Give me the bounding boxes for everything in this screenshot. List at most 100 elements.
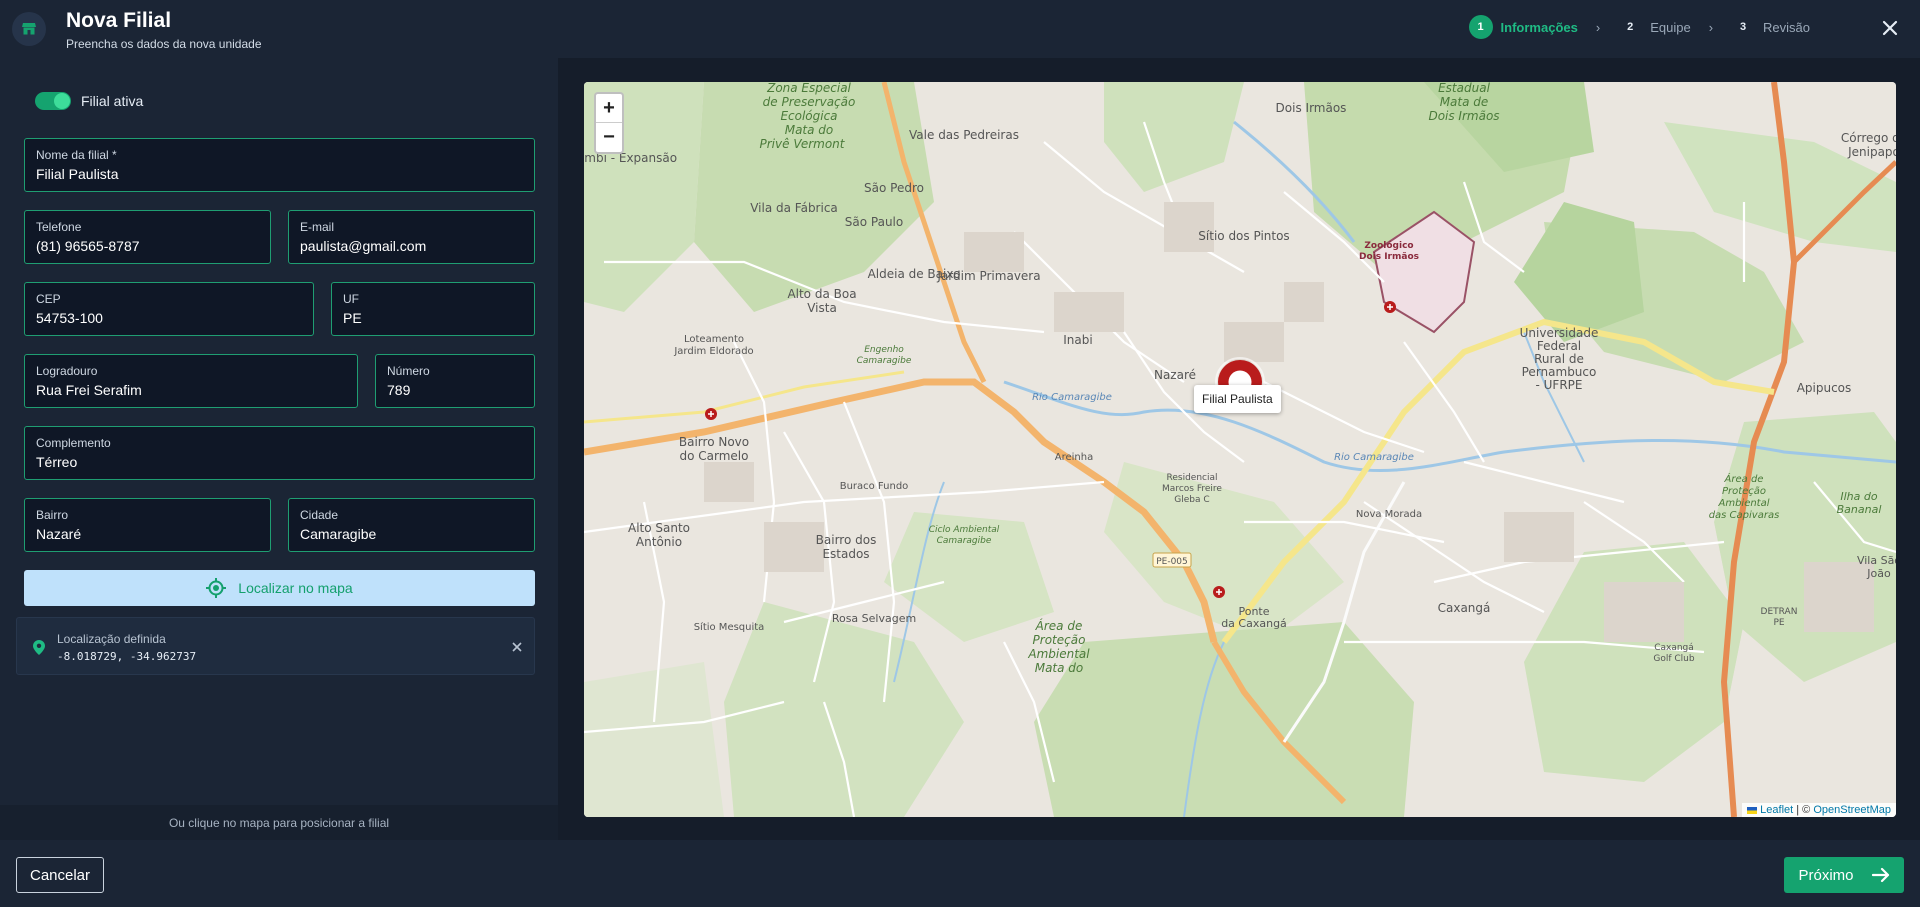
telefone-field[interactable]: Telefone (81) 96565-8787: [24, 210, 271, 264]
svg-text:de Preservação: de Preservação: [763, 95, 856, 109]
numero-field[interactable]: Número 789: [375, 354, 535, 408]
marker-popup: Filial Paulista: [1194, 385, 1281, 413]
svg-text:Área de: Área de: [1035, 618, 1083, 633]
email-field[interactable]: E-mail paulista@gmail.com: [288, 210, 535, 264]
next-button-label: Próximo: [1798, 866, 1854, 884]
step-number: 1: [1468, 15, 1493, 39]
map-attribution: Leaflet | © OpenStreetMap: [1742, 803, 1896, 817]
svg-text:Loteamento: Loteamento: [684, 334, 744, 345]
close-button[interactable]: [1878, 16, 1902, 40]
uf-field[interactable]: UF PE: [331, 282, 535, 336]
field-value: Nazaré: [36, 526, 82, 542]
svg-text:Privê Vermont: Privê Vermont: [760, 137, 846, 151]
svg-text:Rural de: Rural de: [1534, 352, 1584, 366]
svg-text:Jenipapo: Jenipapo: [1847, 145, 1896, 159]
field-label: Telefone: [36, 220, 82, 234]
location-defined-box: Localização definida -8.018729, -34.9627…: [16, 617, 535, 675]
map-tiles: Zona Especial de Preservação Ecológica M…: [584, 82, 1896, 817]
location-title: Localização definida: [57, 632, 166, 646]
ukraine-flag-icon: [1747, 806, 1758, 814]
cep-field[interactable]: CEP 54753-100: [24, 282, 314, 336]
svg-text:do Carmelo: do Carmelo: [680, 449, 749, 463]
field-value: 789: [387, 382, 411, 398]
svg-text:Dois Irmãos: Dois Irmãos: [1359, 252, 1419, 262]
complemento-field[interactable]: Complemento Térreo: [24, 426, 535, 480]
map-canvas[interactable]: Zona Especial de Preservação Ecológica M…: [584, 82, 1896, 817]
field-value: Camaragibe: [300, 526, 377, 542]
locate-on-map-button[interactable]: Localizar no mapa: [24, 570, 535, 606]
field-value: Térreo: [36, 454, 78, 470]
next-button[interactable]: Próximo: [1784, 857, 1904, 893]
field-label: CEP: [36, 292, 61, 306]
svg-text:Dois Irmãos: Dois Irmãos: [1276, 101, 1347, 115]
svg-text:Rio Camaragibe: Rio Camaragibe: [1334, 452, 1414, 463]
field-value: Filial Paulista: [36, 166, 119, 182]
logradouro-field[interactable]: Logradouro Rua Frei Serafim: [24, 354, 358, 408]
location-pin-icon: [33, 640, 45, 655]
step-label: Equipe: [1650, 19, 1691, 35]
chevron-right-icon: ›: [1708, 19, 1714, 35]
store-icon: [12, 12, 46, 46]
svg-text:Camaragibe: Camaragibe: [857, 356, 912, 366]
step-informacoes[interactable]: 1 Informações: [1468, 15, 1578, 39]
svg-text:Dois Irmãos: Dois Irmãos: [1428, 109, 1499, 123]
locate-button-label: Localizar no mapa: [238, 580, 353, 596]
form-panel: Filial ativa Nome da filial * Filial Pau…: [0, 58, 558, 840]
svg-text:Mata do: Mata do: [1035, 661, 1084, 675]
step-label: Informações: [1500, 19, 1578, 35]
svg-text:Caxangá: Caxangá: [1438, 601, 1491, 615]
step-equipe[interactable]: 2 Equipe: [1618, 15, 1691, 39]
step-label: Revisão: [1763, 19, 1810, 35]
field-label: Cidade: [300, 508, 339, 522]
svg-text:Vila São: Vila São: [1857, 554, 1896, 567]
svg-text:Vila da Fábrica: Vila da Fábrica: [750, 201, 838, 215]
svg-text:Mata de: Mata de: [1440, 95, 1489, 109]
field-label: Número: [387, 364, 430, 378]
svg-text:Alto da Boa: Alto da Boa: [787, 287, 856, 301]
field-label: Complemento: [36, 436, 111, 450]
svg-text:Gleba C: Gleba C: [1174, 495, 1209, 505]
attribution-separator: | ©: [1793, 804, 1814, 816]
osm-link[interactable]: OpenStreetMap: [1813, 804, 1891, 816]
svg-text:Golf Club: Golf Club: [1653, 654, 1694, 664]
crosshair-icon: [206, 578, 227, 598]
svg-text:Universidade: Universidade: [1520, 326, 1599, 340]
svg-text:Bairro dos: Bairro dos: [816, 533, 877, 547]
nome-field[interactable]: Nome da filial * Filial Paulista: [24, 138, 535, 192]
svg-text:Proteção: Proteção: [1722, 486, 1766, 497]
clear-location-button[interactable]: [510, 640, 524, 654]
svg-text:Ambiental: Ambiental: [1717, 498, 1769, 509]
svg-text:PE-005: PE-005: [1156, 557, 1188, 567]
field-value: paulista@gmail.com: [300, 238, 427, 254]
modal-header: Nova Filial Preencha os dados da nova un…: [0, 0, 1920, 58]
close-icon: [1882, 20, 1898, 36]
step-number: 2: [1627, 21, 1634, 33]
svg-text:Zoológico: Zoológico: [1364, 240, 1413, 251]
svg-text:Ciclo Ambiental: Ciclo Ambiental: [929, 525, 1000, 535]
svg-text:Apipucos: Apipucos: [1797, 381, 1852, 395]
active-toggle[interactable]: [35, 92, 71, 110]
location-coords: -8.018729, -34.962737: [57, 650, 197, 663]
bairro-field[interactable]: Bairro Nazaré: [24, 498, 271, 552]
svg-text:das Capivaras: das Capivaras: [1709, 510, 1780, 521]
svg-text:Nazaré: Nazaré: [1154, 368, 1196, 382]
zoom-in-button[interactable]: +: [596, 94, 622, 123]
step-revisao[interactable]: 3 Revisão: [1731, 15, 1810, 39]
svg-text:Vista: Vista: [807, 301, 837, 315]
cidade-field[interactable]: Cidade Camaragibe: [288, 498, 535, 552]
svg-text:Vale das Pedreiras: Vale das Pedreiras: [909, 128, 1019, 142]
cancel-button[interactable]: Cancelar: [16, 857, 104, 893]
svg-text:Pernambuco: Pernambuco: [1522, 365, 1597, 379]
zoom-out-button[interactable]: −: [596, 123, 622, 152]
stepper: 1 Informações › 2 Equipe › 3 Revisão: [1468, 15, 1810, 39]
svg-text:São Paulo: São Paulo: [845, 215, 903, 229]
leaflet-link[interactable]: Leaflet: [1760, 804, 1793, 816]
svg-text:Mata do: Mata do: [785, 123, 834, 137]
field-label: UF: [343, 292, 359, 306]
svg-text:Rio Camaragibe: Rio Camaragibe: [1032, 392, 1112, 403]
close-icon: [512, 642, 522, 652]
svg-text:- UFRPE: - UFRPE: [1536, 378, 1583, 392]
svg-text:Inabi: Inabi: [1063, 333, 1092, 347]
svg-text:Estados: Estados: [822, 547, 869, 561]
field-label: Nome da filial *: [36, 148, 117, 162]
